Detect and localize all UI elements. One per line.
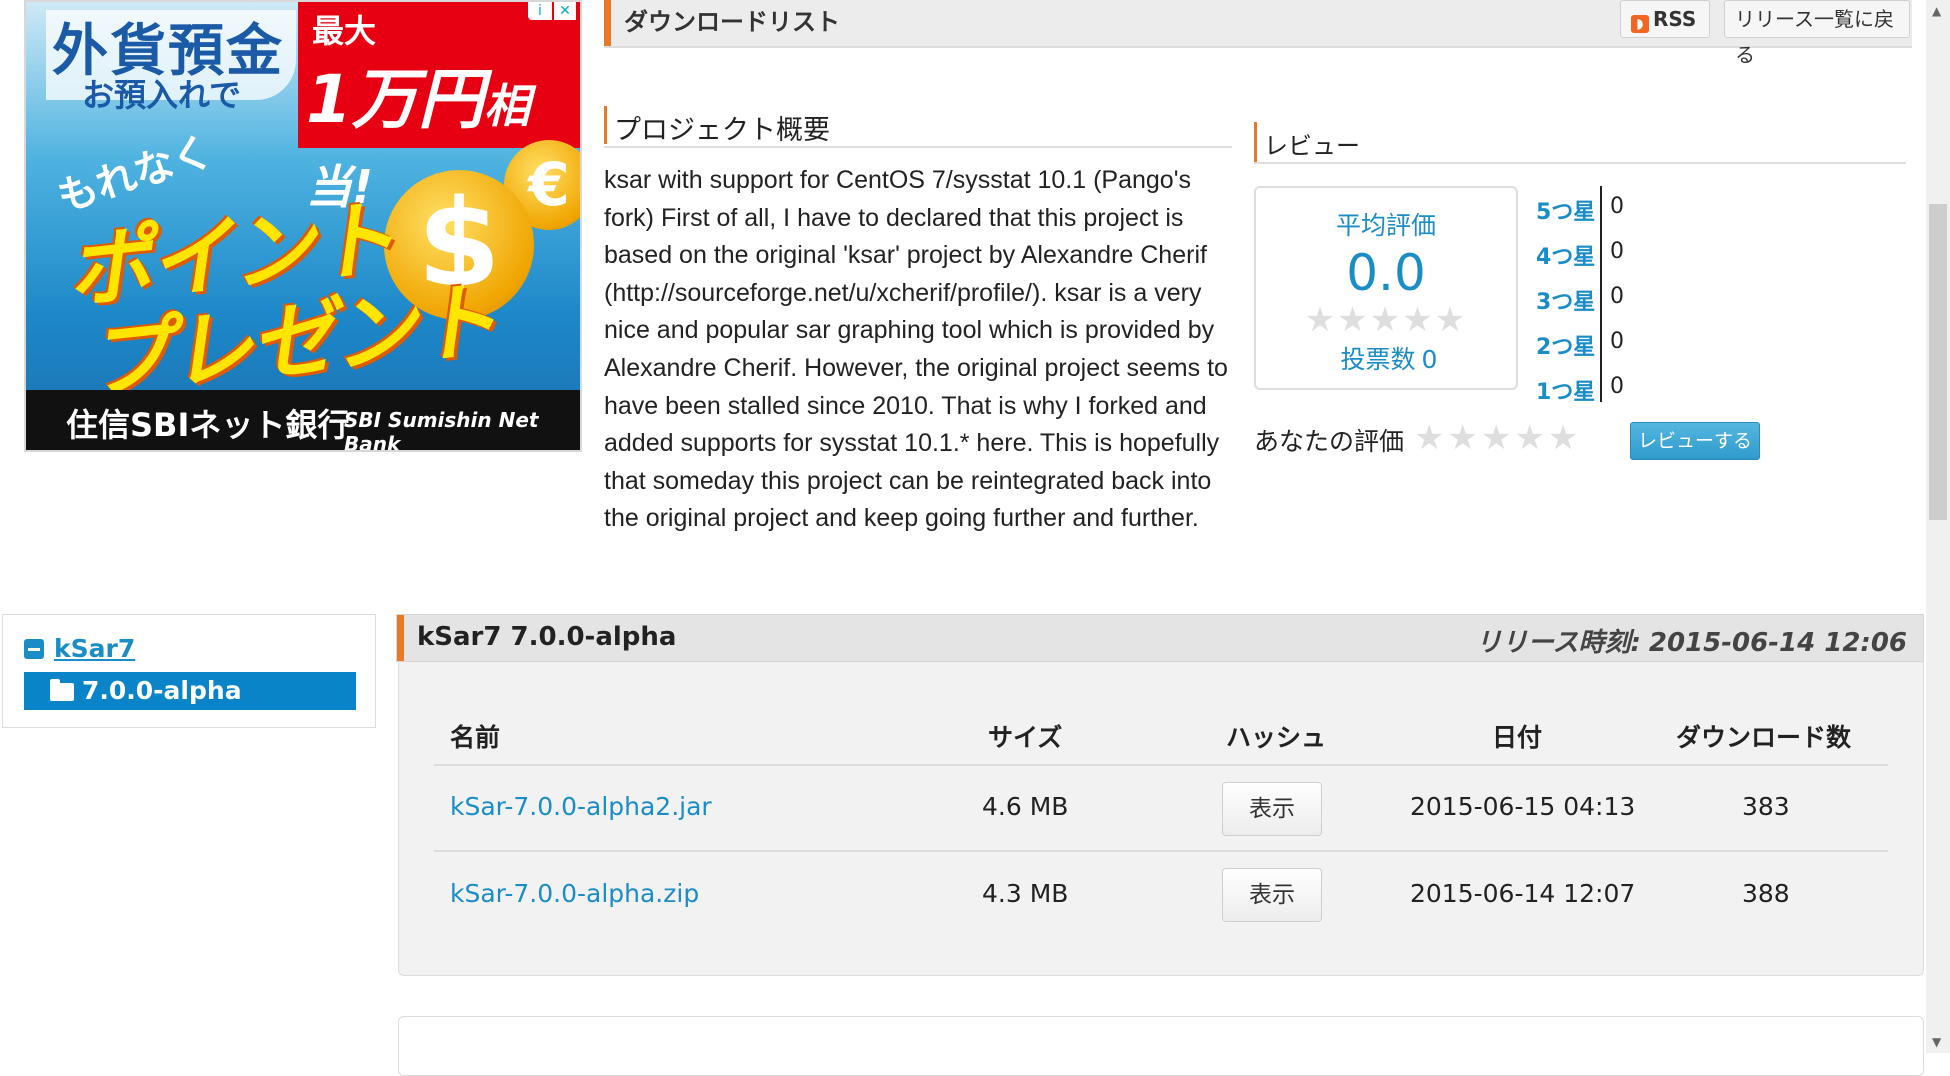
file-date-1: 2015-06-15 04:13: [1410, 792, 1636, 821]
rating-5-count: 0: [1610, 194, 1624, 219]
rating-1-count: 0: [1610, 374, 1624, 399]
scroll-up-icon[interactable]: ▲: [1932, 4, 1941, 18]
download-list-header: ダウンロードリスト ◗ RSS リリース一覧に戻る: [604, 0, 1912, 67]
vote-count-value: 0: [1421, 345, 1438, 374]
tree-item-ksar7[interactable]: kSar7: [24, 634, 135, 663]
write-review-button[interactable]: レビューする: [1630, 422, 1760, 460]
rss-label: RSS: [1653, 7, 1697, 31]
file-size-2: 4.3 MB: [982, 879, 1069, 908]
rating-1-link[interactable]: 1つ星: [1536, 374, 1595, 406]
advertisement-banner[interactable]: 外貨預金 お預入れで 最大 1万円相当! € もれなく $ ポイント プレゼント…: [24, 0, 582, 452]
tree-child-label: 7.0.0-alpha: [82, 676, 242, 705]
file-link-2[interactable]: kSar-7.0.0-alpha.zip: [450, 879, 699, 908]
page-scrollbar[interactable]: ▲ ▼: [1926, 0, 1950, 1053]
ad-amount: 1万円: [306, 61, 484, 138]
rating-2-link[interactable]: 2つ星: [1536, 329, 1595, 361]
tree-parent-label: kSar7: [54, 634, 136, 663]
header-accent: [604, 0, 611, 46]
page-title: ダウンロードリスト: [624, 8, 840, 36]
show-hash-button-2[interactable]: 表示: [1222, 868, 1322, 922]
col-header-hash: ハッシュ: [1226, 723, 1327, 752]
vote-count-label: 投票数: [1340, 345, 1416, 374]
rating-3-count: 0: [1610, 284, 1624, 309]
scroll-thumb[interactable]: [1929, 204, 1947, 520]
col-header-downloads: ダウンロード数: [1676, 723, 1852, 752]
ad-bank-name: 住信SBIネット銀行: [66, 406, 350, 444]
ad-bank-logo: SBI Sumishin Net Bank: [344, 408, 539, 452]
overview-description: ksar with support for CentOS 7/sysstat 1…: [604, 166, 1228, 533]
rating-row-2: 2つ星 0: [1536, 327, 1676, 363]
release-header: kSar7 7.0.0-alpha リリース時刻: 2015-06-14 12:0…: [396, 614, 1924, 662]
rating-divider: [1600, 186, 1602, 402]
back-to-releases-button[interactable]: リリース一覧に戻る: [1724, 0, 1910, 67]
col-header-size: サイズ: [988, 723, 1063, 752]
collapse-icon[interactable]: [24, 639, 44, 659]
folder-icon: [50, 679, 74, 701]
rating-row-5: 5つ星 0: [1536, 192, 1676, 228]
rss-icon: ◗: [1631, 15, 1649, 33]
rating-2-count: 0: [1610, 329, 1624, 354]
average-star-icons: ★★★★★: [1304, 300, 1468, 340]
ad-bank-footer: 住信SBIネット銀行 SBI Sumishin Net Bank: [26, 390, 580, 450]
ad-subheadline: お預入れで: [82, 76, 242, 114]
rating-row-4: 4つ星 0: [1536, 237, 1676, 273]
average-rating-box: 平均評価 0.0 ★★★★★ 投票数 0: [1254, 186, 1518, 390]
next-panel: [398, 1016, 1924, 1076]
file-size-1: 4.6 MB: [982, 792, 1069, 821]
vote-count: 投票数 0: [1256, 340, 1516, 376]
average-rating-value: 0.0: [1346, 244, 1426, 302]
file-downloads-2: 388: [1742, 879, 1790, 908]
release-time: リリース時刻: 2015-06-14 12:06: [1468, 622, 1907, 659]
overview-title: プロジェクト概要: [614, 115, 830, 146]
overview-heading: プロジェクト概要: [604, 106, 1232, 148]
rating-3-link[interactable]: 3つ星: [1536, 284, 1595, 316]
rating-4-link[interactable]: 4つ星: [1536, 239, 1595, 271]
file-link-1[interactable]: kSar-7.0.0-alpha2.jar: [450, 792, 712, 821]
col-header-date: 日付: [1492, 723, 1543, 752]
col-header-name: 名前: [450, 723, 501, 752]
file-downloads-1: 383: [1742, 792, 1790, 821]
release-accent: [397, 615, 404, 661]
file-date-2: 2015-06-14 12:07: [1410, 879, 1636, 908]
show-hash-button-1[interactable]: 表示: [1222, 782, 1322, 836]
review-accent: [1254, 122, 1257, 162]
ad-close-icon[interactable]: ✕: [554, 2, 576, 20]
rating-row-3: 3つ星 0: [1536, 282, 1676, 318]
average-rating-label: 平均評価: [1335, 211, 1436, 240]
rating-row-1: 1つ星 0: [1536, 372, 1676, 408]
rss-button[interactable]: ◗ RSS: [1620, 0, 1710, 38]
table-header-divider: [434, 764, 1888, 766]
review-title: レビュー: [1264, 132, 1360, 160]
review-heading: レビュー: [1254, 122, 1906, 164]
rating-4-count: 0: [1610, 239, 1624, 264]
scroll-down-icon[interactable]: ▼: [1932, 1035, 1941, 1049]
my-rating-label: あなたの評価: [1254, 427, 1405, 456]
release-tree-panel: [2, 614, 376, 728]
ad-info-icon[interactable]: i: [528, 2, 552, 20]
rating-5-link[interactable]: 5つ星: [1536, 194, 1595, 226]
release-time-label: リリース時刻:: [1475, 628, 1641, 658]
release-time-value: 2015-06-14 12:06: [1648, 628, 1907, 658]
tree-item-release-selected[interactable]: 7.0.0-alpha: [24, 672, 356, 710]
release-name: kSar7 7.0.0-alpha: [417, 622, 677, 652]
my-rating-star-icons[interactable]: ★★★★★: [1414, 418, 1581, 458]
overview-accent: [604, 106, 607, 144]
table-row-divider: [434, 850, 1888, 852]
